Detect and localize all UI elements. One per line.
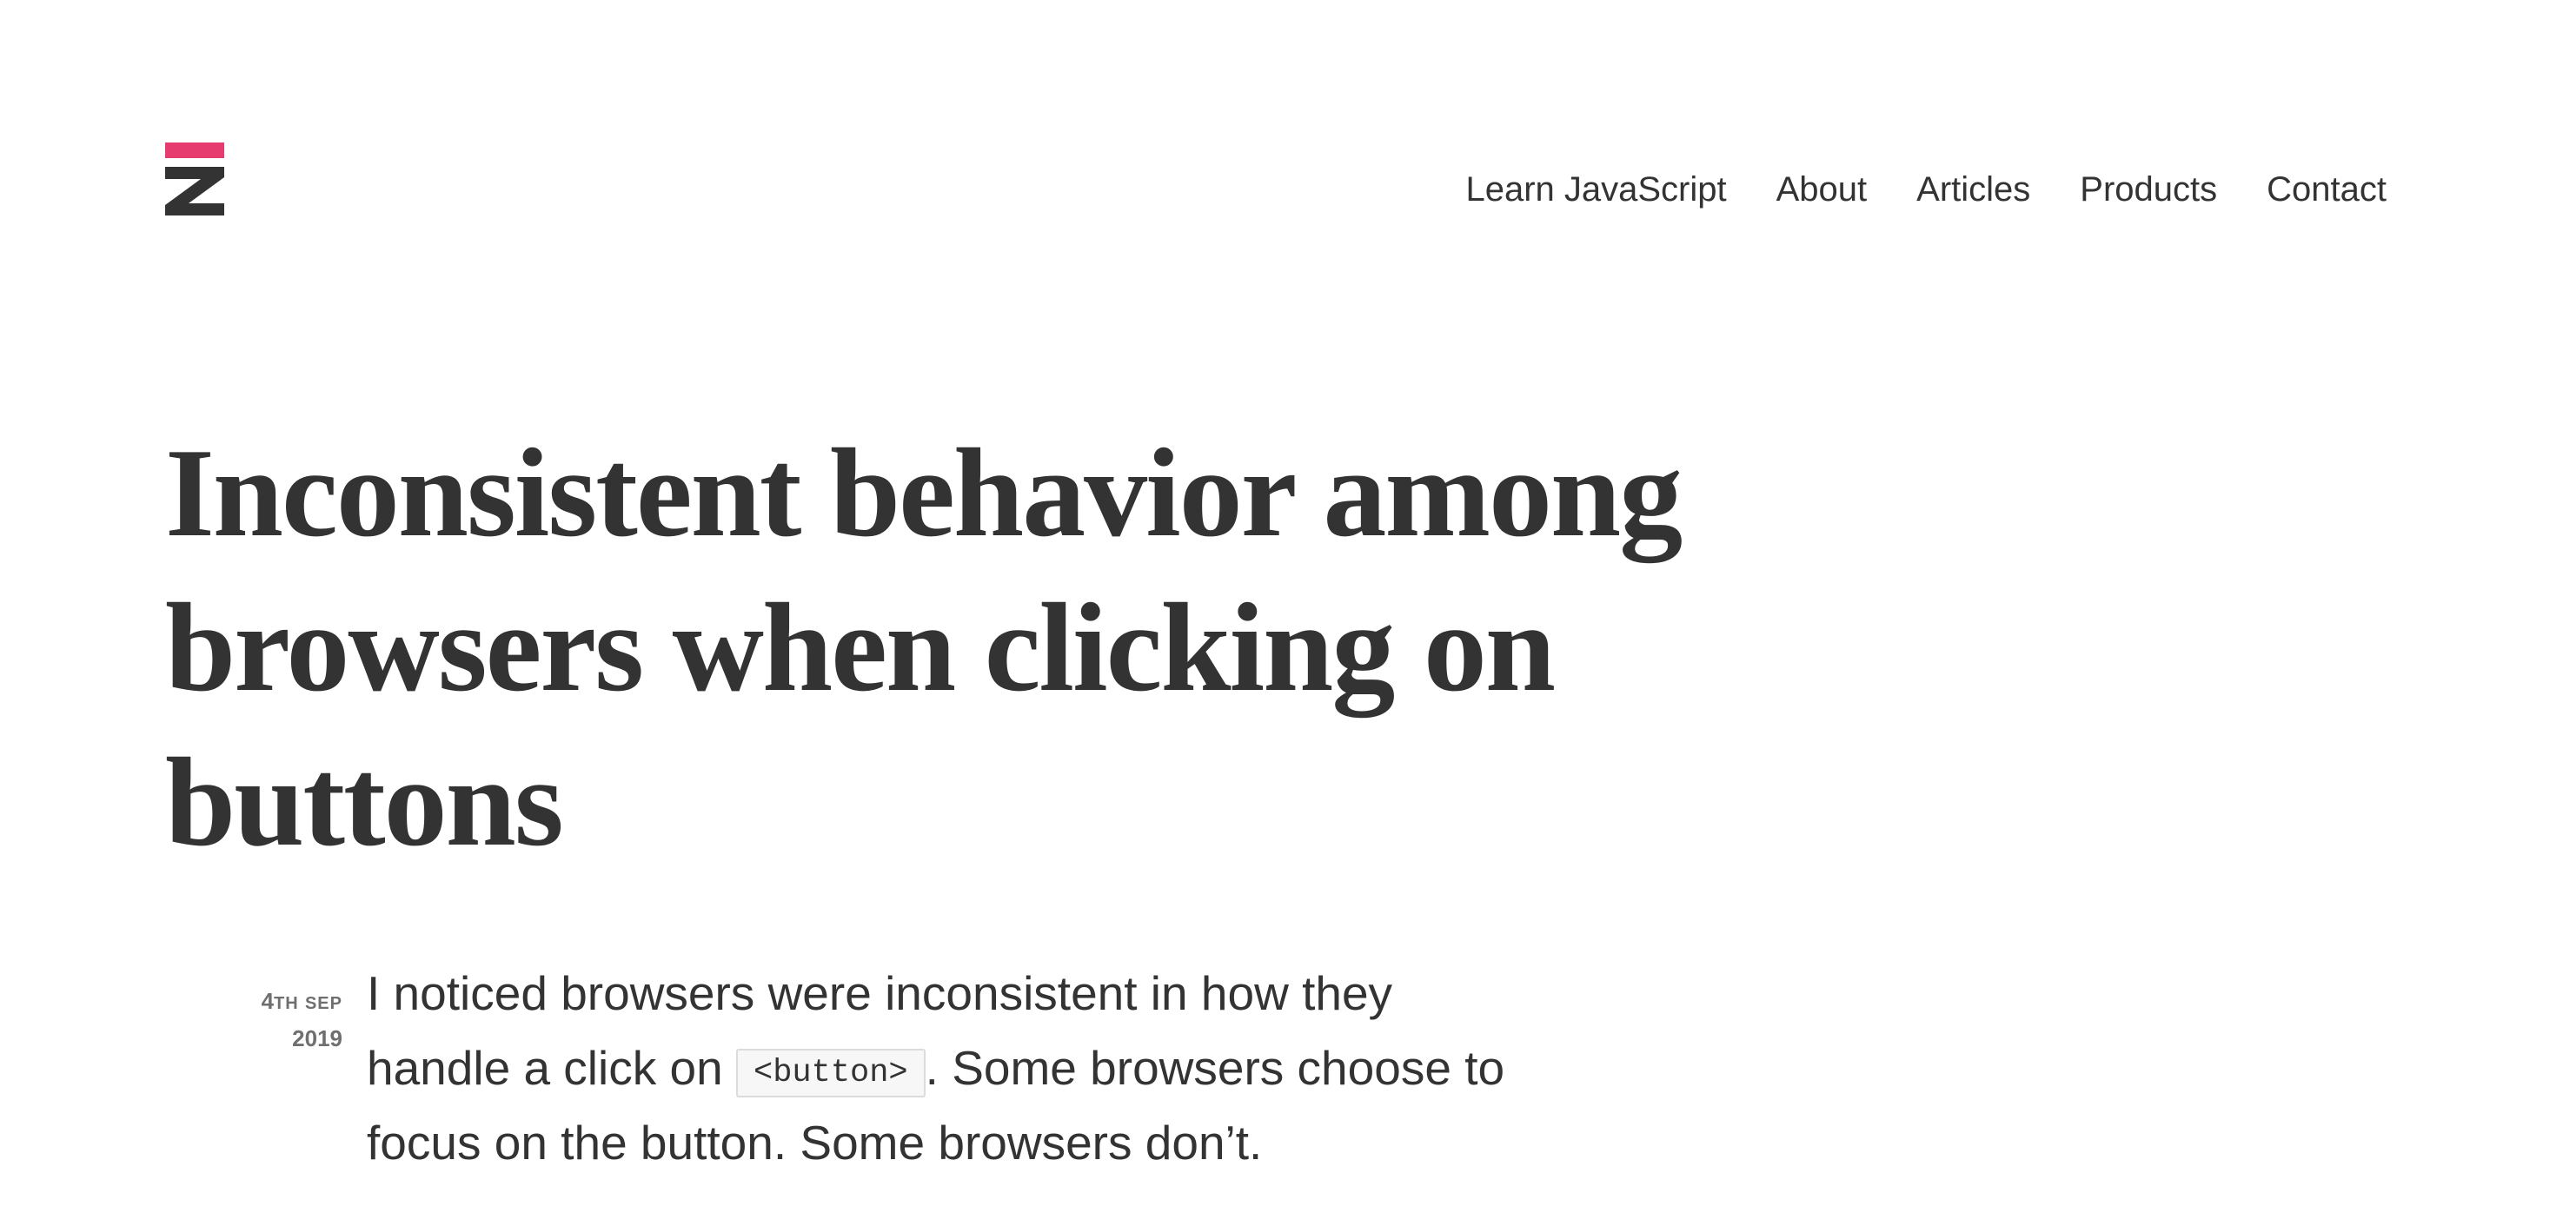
nav-about[interactable]: About <box>1776 165 1868 214</box>
publish-month: SEP <box>304 994 342 1013</box>
inline-code-button: <button> <box>736 1049 926 1097</box>
publish-day: 4 <box>261 988 275 1014</box>
publish-day-suffix: TH <box>274 994 299 1013</box>
nav-contact[interactable]: Contact <box>2267 165 2387 214</box>
publish-date-day-month: 4TH SEP <box>174 984 342 1021</box>
site-logo[interactable] <box>165 143 224 215</box>
nav-products[interactable]: Products <box>2080 165 2217 214</box>
site-header: Learn JavaScript About Articles Products… <box>0 0 2576 287</box>
nav-learn-javascript[interactable]: Learn JavaScript <box>1465 165 1726 214</box>
publish-date: 4TH SEP 2019 <box>174 984 342 1056</box>
main-navigation: Learn JavaScript About Articles Products… <box>1465 165 2387 214</box>
article-intro: I noticed browsers were inconsistent in … <box>367 956 1514 1180</box>
publish-year: 2019 <box>292 1025 342 1051</box>
z-logo-icon <box>165 143 224 215</box>
nav-articles[interactable]: Articles <box>1916 165 2030 214</box>
article-title: Inconsistent behavior among browsers whe… <box>165 422 1683 872</box>
